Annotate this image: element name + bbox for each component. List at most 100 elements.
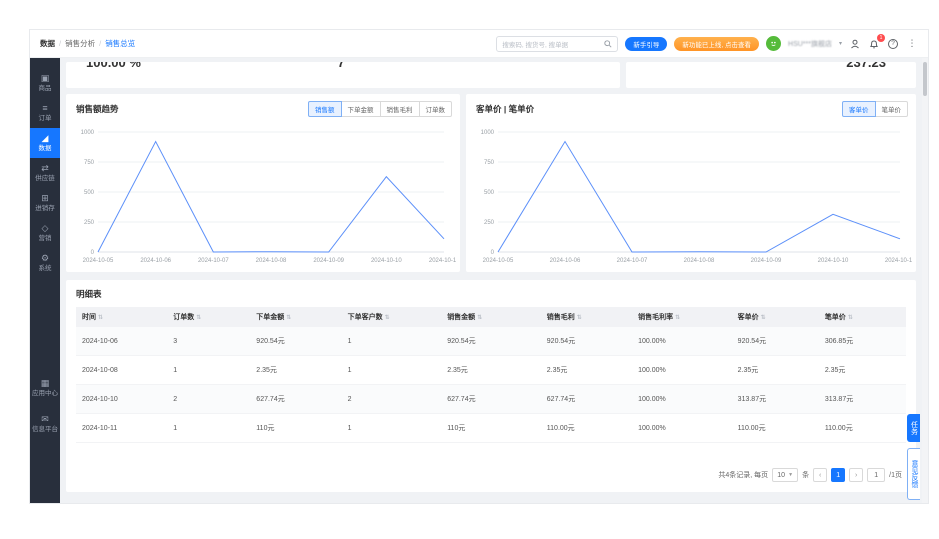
svg-text:250: 250 (84, 220, 95, 226)
task-tab[interactable]: 任务 (907, 414, 920, 442)
account-icon[interactable] (849, 38, 861, 50)
price-tab-group: 客单价笔单价 (843, 101, 908, 117)
metric-tab-客单价[interactable]: 客单价 (842, 101, 876, 117)
sort-icon[interactable]: ⇅ (761, 315, 766, 321)
table-row[interactable]: 2024-10-111110元1110元110.00元100.00%110.00… (76, 414, 906, 443)
app-window: 数据 / 销售分析 / 销售总览 搜索码, 搜货号, 搜单据 新手引导 新功能已上线, … (30, 30, 928, 503)
sort-icon[interactable]: ⇅ (848, 315, 853, 321)
stats-card-left: 100.00 % 7 (66, 62, 620, 88)
current-page-button[interactable]: 1 (831, 468, 845, 482)
table-cell: 2.35元 (732, 365, 819, 375)
column-label: 销售金额 (447, 314, 475, 321)
table-row[interactable]: 2024-10-102627.74元2627.74元627.74元100.00%… (76, 385, 906, 414)
topbar-right: 搜索码, 搜货号, 搜单据 新手引导 新功能已上线, 点击查看 HSU***旗舰… (496, 36, 918, 52)
sidebar-item-订单[interactable]: ≡订单 (30, 98, 60, 128)
table-header-cell[interactable]: 客单价⇅ (732, 312, 819, 322)
more-menu-icon[interactable]: ⋮ (906, 38, 918, 50)
metric-tab-下单金额[interactable]: 下单金额 (341, 101, 381, 117)
detail-table: 时间⇅订单数⇅下单金额⇅下单客户数⇅销售金额⇅销售毛利⇅销售毛利率⇅客单价⇅笔单… (76, 307, 906, 443)
breadcrumb-separator: / (59, 39, 61, 48)
promo-button[interactable]: 新功能已上线, 点击查看 (674, 37, 759, 51)
feedback-tab[interactable]: 意见反馈 (907, 448, 920, 500)
svg-text:2024-10-08: 2024-10-08 (684, 258, 715, 264)
unit-price-title: 客单价 | 笔单价 (476, 103, 534, 115)
avatar-face-icon (769, 39, 778, 48)
search-input[interactable]: 搜索码, 搜货号, 搜单据 (496, 36, 618, 52)
prev-page-button[interactable]: ‹ (813, 468, 827, 482)
sidebar-item-信息平台[interactable]: ✉信息平台 (30, 406, 60, 442)
scrollbar[interactable] (922, 58, 928, 503)
avatar[interactable] (766, 36, 781, 51)
svg-text:2024-10-11: 2024-10-11 (429, 258, 456, 264)
sidebar-item-营销[interactable]: ◇营销 (30, 218, 60, 248)
table-header-cell[interactable]: 下单客户数⇅ (342, 312, 442, 322)
breadcrumb-item[interactable]: 销售总览 (105, 38, 135, 49)
svg-text:2024-10-06: 2024-10-06 (550, 258, 581, 264)
sort-icon[interactable]: ⇅ (98, 315, 103, 321)
sidebar-item-label: 商品 (32, 85, 58, 92)
sidebar-item-系统[interactable]: ⚙系统 (30, 248, 60, 278)
column-label: 时间 (82, 314, 96, 321)
svg-text:0: 0 (491, 250, 495, 256)
breadcrumb-item[interactable]: 数据 (40, 38, 55, 49)
chevron-down-icon: ▼ (788, 472, 793, 478)
topbar: 数据 / 销售分析 / 销售总览 搜索码, 搜货号, 搜单据 新手引导 新功能已上线, … (30, 30, 928, 58)
sort-icon[interactable]: ⇅ (385, 315, 390, 321)
breadcrumb-separator: / (99, 39, 101, 48)
table-header-cell[interactable]: 订单数⇅ (167, 312, 250, 322)
sidebar-item-商品[interactable]: ▣商品 (30, 68, 60, 98)
table-cell: 100.00% (632, 396, 732, 403)
sort-icon[interactable]: ⇅ (286, 315, 291, 321)
table-cell: 2 (342, 396, 442, 403)
table-header-cell[interactable]: 销售金额⇅ (441, 312, 541, 322)
svg-text:750: 750 (484, 160, 495, 166)
table-cell: 110元 (250, 423, 341, 433)
metric-tab-销售额[interactable]: 销售额 (308, 101, 342, 117)
svg-text:2024-10-08: 2024-10-08 (256, 258, 287, 264)
sidebar-item-应用中心[interactable]: ▦应用中心 (30, 370, 60, 406)
pagination-unit: 条 (802, 470, 809, 480)
svg-text:2024-10-05: 2024-10-05 (483, 258, 514, 264)
user-name[interactable]: HSU***旗舰店 (788, 39, 832, 49)
table-row[interactable]: 2024-10-0812.35元12.35元2.35元100.00%2.35元2… (76, 356, 906, 385)
table-header-cell[interactable]: 销售毛利率⇅ (632, 312, 732, 322)
svg-text:500: 500 (484, 190, 495, 196)
sort-icon[interactable]: ⇅ (675, 315, 680, 321)
column-label: 订单数 (173, 314, 194, 321)
supply-icon: ⇄ (41, 164, 49, 173)
sidebar-item-数据[interactable]: ◢数据 (30, 128, 60, 158)
table-header-cell[interactable]: 下单金额⇅ (250, 312, 341, 322)
next-page-button[interactable]: › (849, 468, 863, 482)
sort-icon[interactable]: ⇅ (477, 315, 482, 321)
search-placeholder: 搜索码, 搜货号, 搜单据 (502, 39, 604, 49)
table-cell: 1 (342, 367, 442, 374)
guide-button[interactable]: 新手引导 (625, 37, 667, 51)
table-header-cell[interactable]: 笔单价⇅ (819, 312, 906, 322)
sidebar-item-进销存[interactable]: ⊞进销存 (30, 188, 60, 218)
sidebar-item-供应链[interactable]: ⇄供应链 (30, 158, 60, 188)
pagination-summary: 共4条记录, 每页 (718, 470, 768, 480)
table-row[interactable]: 2024-10-063920.54元1920.54元920.54元100.00%… (76, 327, 906, 356)
order-icon: ≡ (42, 104, 47, 113)
metric-tab-销售毛利[interactable]: 销售毛利 (380, 101, 420, 117)
page-size-select[interactable]: 10 ▼ (772, 468, 798, 482)
table-header-cell[interactable]: 时间⇅ (76, 312, 167, 322)
metric-tab-订单数[interactable]: 订单数 (419, 101, 453, 117)
scrollbar-thumb[interactable] (923, 62, 927, 96)
detail-table-card: 明细表 时间⇅订单数⇅下单金额⇅下单客户数⇅销售金额⇅销售毛利⇅销售毛利率⇅客单… (66, 280, 916, 492)
pagination: 共4条记录, 每页 10 ▼ 条 ‹ 1 › 1 /1页 (718, 468, 902, 482)
svg-text:750: 750 (84, 160, 95, 166)
breadcrumb-item[interactable]: 销售分析 (65, 38, 95, 49)
help-icon[interactable]: ? (887, 38, 899, 50)
svg-text:0: 0 (91, 250, 95, 256)
metric-tab-笔单价[interactable]: 笔单价 (875, 101, 909, 117)
sort-icon[interactable]: ⇅ (577, 315, 582, 321)
notification-bell-icon[interactable]: 1 (868, 38, 880, 50)
column-label: 下单客户数 (348, 314, 383, 321)
user-menu-chevron-icon[interactable]: ▾ (839, 40, 842, 47)
page-jump-input[interactable]: 1 (867, 468, 885, 482)
sort-icon[interactable]: ⇅ (196, 315, 201, 321)
apps-icon: ▦ (41, 379, 50, 388)
table-cell: 100.00% (632, 367, 732, 374)
table-header-cell[interactable]: 销售毛利⇅ (541, 312, 632, 322)
